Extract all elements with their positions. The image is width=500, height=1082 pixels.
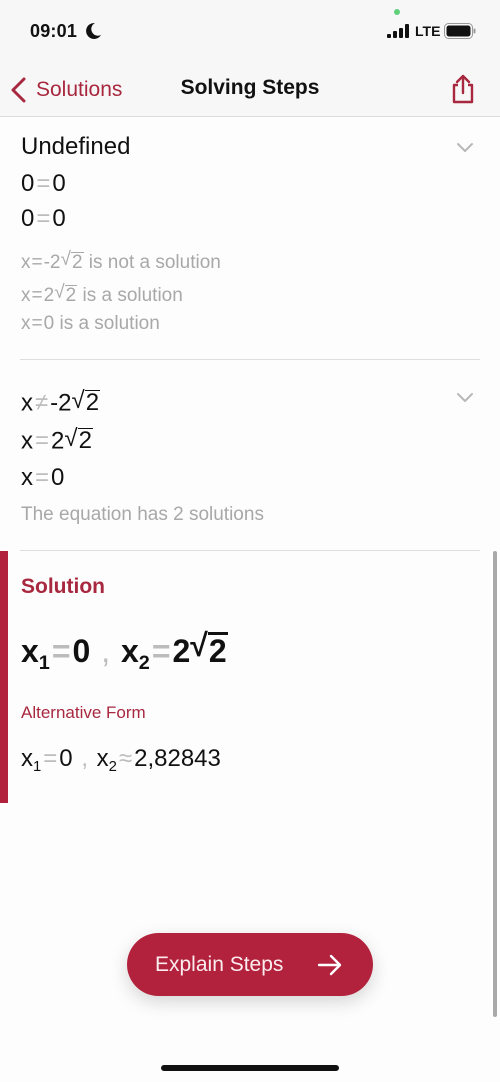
arrow-right-icon bbox=[317, 954, 342, 976]
variable: x bbox=[96, 745, 109, 772]
eq-lhs: x bbox=[21, 389, 33, 417]
eq-operator: = bbox=[31, 313, 43, 334]
eq-operator: = bbox=[35, 427, 50, 455]
privacy-indicator-dot bbox=[394, 9, 400, 15]
moon-icon bbox=[86, 22, 101, 39]
note-text: is a solution bbox=[54, 313, 160, 334]
explain-steps-button[interactable]: Explain Steps bbox=[127, 933, 373, 996]
eq-lhs: x bbox=[21, 251, 31, 273]
note-text: is a solution bbox=[77, 284, 183, 306]
eq-coefficient: 2 bbox=[43, 284, 55, 306]
step-equation: x=0 bbox=[21, 464, 64, 492]
eq-coefficient: -2 bbox=[50, 389, 72, 417]
eq-lhs: 0 bbox=[21, 205, 35, 232]
radicand: 2 bbox=[77, 427, 93, 455]
step-equation: 0=0 bbox=[21, 170, 66, 198]
solution-result: x1=0 , x2=22 bbox=[21, 627, 228, 675]
back-button[interactable]: Solutions bbox=[10, 75, 122, 105]
eq-rhs: 0 bbox=[43, 313, 55, 334]
eq-lhs: 0 bbox=[21, 170, 35, 197]
eq-operator: ≠ bbox=[35, 389, 49, 417]
eq-coefficient: -2 bbox=[43, 251, 61, 273]
eq-coefficient: 2 bbox=[51, 427, 65, 455]
step-equation: x=22 bbox=[21, 425, 93, 455]
explain-steps-label: Explain Steps bbox=[155, 953, 284, 976]
eq-rhs: 0 bbox=[52, 205, 66, 232]
eq-rhs: 0 bbox=[51, 464, 65, 491]
radicand: 2 bbox=[84, 389, 101, 417]
step-text: Undefined bbox=[21, 133, 131, 160]
eq-lhs: x bbox=[21, 464, 33, 491]
square-root: 2 bbox=[64, 425, 93, 455]
note-text: is not a solution bbox=[83, 251, 221, 273]
home-indicator[interactable] bbox=[161, 1065, 339, 1071]
separator: , bbox=[101, 633, 111, 670]
battery-icon bbox=[444, 23, 476, 39]
chevron-left-icon bbox=[11, 77, 26, 103]
status-time: 09:01 bbox=[30, 21, 78, 41]
cellular-signal-icon bbox=[387, 24, 409, 38]
navigation-bar: Solutions Solving Steps bbox=[0, 62, 500, 117]
step-block-1[interactable]: Undefined 0=0 0=0 x=-22 is not a solutio… bbox=[0, 118, 500, 360]
step-equation: 0=0 bbox=[21, 205, 66, 233]
value: 0 bbox=[59, 745, 73, 772]
value: 0 bbox=[72, 633, 91, 670]
separator: , bbox=[81, 745, 88, 772]
alternative-form-result: x1=0 , x2≈2,82843 bbox=[21, 745, 221, 775]
share-icon[interactable] bbox=[450, 74, 476, 104]
step-block-2[interactable]: x≠-22 x=22 x=0 The equation has 2 soluti… bbox=[0, 360, 500, 552]
radicand: 2 bbox=[70, 251, 84, 273]
subscript: 1 bbox=[33, 759, 42, 776]
back-button-label: Solutions bbox=[36, 78, 123, 101]
step-equation: x≠-2 2 bbox=[21, 387, 101, 417]
subscript: 2 bbox=[138, 652, 150, 675]
solution-title: Solution bbox=[21, 575, 105, 598]
eq-operator: ≈ bbox=[118, 745, 133, 772]
step-note: x=22 is a solution bbox=[21, 282, 183, 307]
eq-operator: = bbox=[31, 251, 43, 273]
variable: x bbox=[21, 745, 33, 772]
alternative-form-label: Alternative Form bbox=[21, 703, 146, 722]
eq-coefficient: 2 bbox=[172, 633, 191, 670]
eq-operator: = bbox=[43, 745, 58, 772]
chevron-down-icon[interactable] bbox=[456, 142, 474, 154]
scrollbar[interactable] bbox=[493, 551, 497, 1017]
eq-lhs: x bbox=[21, 427, 33, 455]
variable: x bbox=[21, 633, 39, 670]
chevron-down-icon[interactable] bbox=[456, 392, 474, 404]
value: 2,82843 bbox=[134, 745, 221, 772]
step-note: The equation has 2 solutions bbox=[21, 504, 264, 525]
status-bar: 09:01 LTE bbox=[0, 0, 500, 62]
square-root: 2 bbox=[72, 387, 101, 417]
square-root: 2 bbox=[190, 627, 228, 670]
eq-operator: = bbox=[51, 633, 71, 670]
eq-operator: = bbox=[36, 205, 51, 232]
square-root: 2 bbox=[54, 282, 78, 307]
radicand: 2 bbox=[64, 284, 78, 306]
eq-operator: = bbox=[35, 464, 50, 491]
eq-rhs: 0 bbox=[52, 170, 66, 197]
step-note: x=0 is a solution bbox=[21, 313, 160, 335]
eq-operator: = bbox=[151, 633, 171, 670]
variable: x bbox=[120, 633, 139, 670]
square-root: 2 bbox=[61, 249, 84, 274]
network-type: LTE bbox=[415, 23, 441, 39]
eq-lhs: x bbox=[21, 313, 31, 334]
solution-card: Solution x1=0 , x2=22 Alternative Form x… bbox=[0, 551, 500, 803]
solution-accent-bar bbox=[0, 551, 8, 803]
step-line: Undefined bbox=[21, 133, 130, 161]
eq-lhs: x bbox=[21, 284, 31, 306]
subscript: 2 bbox=[108, 759, 117, 776]
eq-operator: = bbox=[36, 170, 51, 197]
subscript: 1 bbox=[38, 652, 50, 675]
radicand: 2 bbox=[207, 632, 228, 670]
step-note: x=-2 2 is not a solution bbox=[21, 249, 221, 274]
eq-operator: = bbox=[31, 284, 43, 306]
